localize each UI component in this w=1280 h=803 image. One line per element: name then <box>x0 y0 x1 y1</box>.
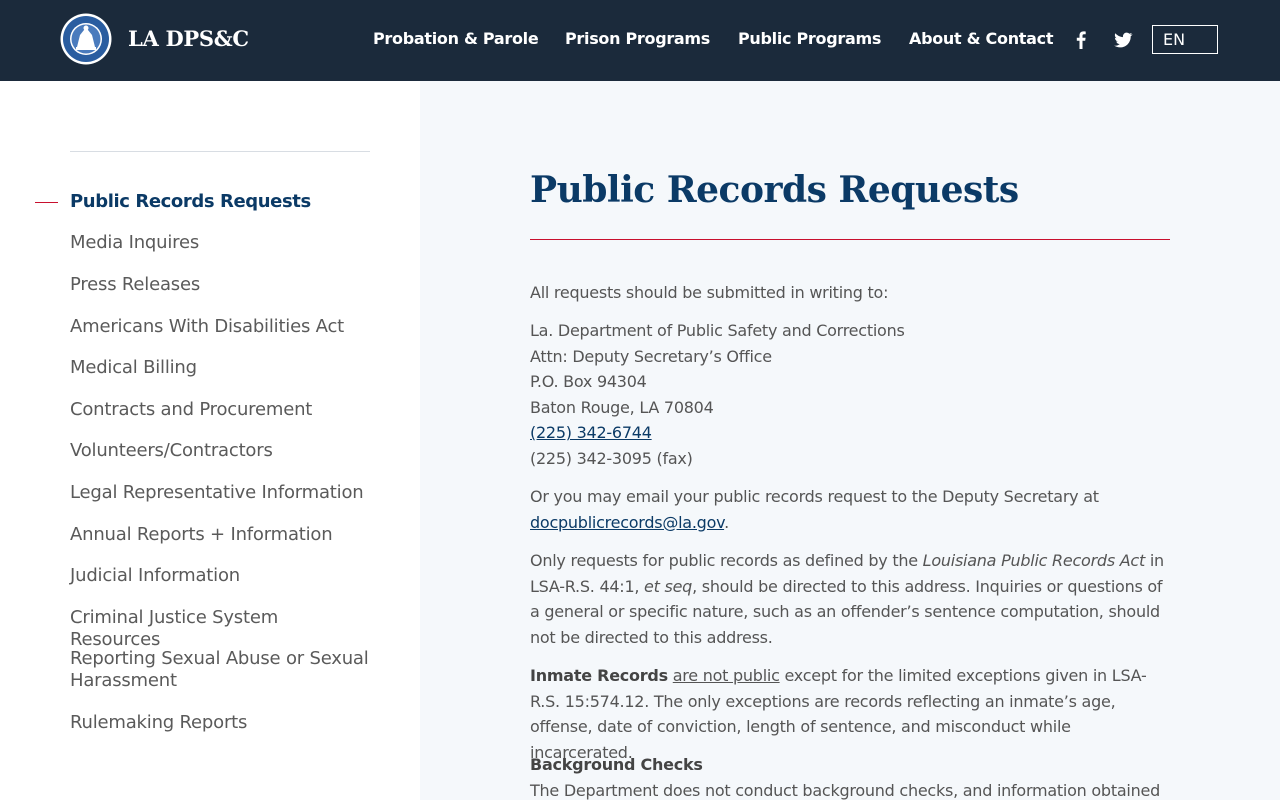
sidebar-item-legal-representative[interactable]: Legal Representative Information <box>70 482 370 504</box>
act-text-1: Only requests for public records as defi… <box>530 551 923 570</box>
inmate-records-paragraph: Inmate Records are not public except for… <box>530 663 1170 765</box>
mailing-address: La. Department of Public Safety and Corr… <box>530 318 1170 472</box>
nav-probation-parole[interactable]: Probation & Parole <box>373 29 539 48</box>
page-title: Public Records Requests <box>530 169 1019 211</box>
public-records-act-paragraph: Only requests for public records as defi… <box>530 548 1170 650</box>
sidebar-item-press-releases[interactable]: Press Releases <box>70 274 370 296</box>
site-header: LA DPS&C Probation & Parole Prison Progr… <box>0 0 1280 81</box>
address-line-2: Attn: Deputy Secretary’s Office <box>530 346 772 366</box>
email-period: . <box>724 512 729 532</box>
intro-text: All requests should be submitted in writ… <box>530 283 889 302</box>
email-intro-text: Or you may email your public records req… <box>530 487 1099 506</box>
nav-public-programs[interactable]: Public Programs <box>738 29 881 48</box>
active-item-marker <box>35 202 58 203</box>
main-content: Public Records Requests All requests sho… <box>420 81 1280 800</box>
nav-prison-programs[interactable]: Prison Programs <box>565 29 710 48</box>
address-line-3: P.O. Box 94304 <box>530 372 647 392</box>
act-name: Louisiana Public Records Act <box>922 551 1146 570</box>
title-divider <box>530 239 1170 240</box>
sidebar-item-criminal-justice-resources[interactable]: Criminal Justice System Resources <box>70 607 370 651</box>
sidebar-item-reporting-sexual-abuse[interactable]: Reporting Sexual Abuse or Sexual Harassm… <box>70 648 370 692</box>
sidebar-item-rulemaking-reports[interactable]: Rulemaking Reports <box>70 712 370 734</box>
address-line-4: Baton Rouge, LA 70804 <box>530 397 714 417</box>
language-selector[interactable]: EN <box>1152 25 1218 54</box>
nav-about-contact[interactable]: About & Contact <box>909 29 1053 48</box>
not-public-text: are not public <box>672 666 780 685</box>
sidebar-item-contracts-procurement[interactable]: Contracts and Procurement <box>70 399 370 421</box>
sidebar-item-ada[interactable]: Americans With Disabilities Act <box>70 316 370 338</box>
background-checks-heading: Background Checks <box>530 755 703 774</box>
email-paragraph: Or you may email your public records req… <box>530 484 1170 535</box>
address-line-1: La. Department of Public Safety and Corr… <box>530 321 905 340</box>
sidebar-item-public-records-requests[interactable]: Public Records Requests <box>70 191 370 213</box>
background-checks-section: Background Checks The Department does no… <box>530 752 1170 803</box>
background-checks-text: The Department does not conduct backgrou… <box>530 780 1160 800</box>
sidebar-item-medical-billing[interactable]: Medical Billing <box>70 357 370 379</box>
sidebar-item-judicial-information[interactable]: Judicial Information <box>70 565 370 587</box>
email-link[interactable]: docpublicrecords@la.gov <box>530 513 724 532</box>
sidebar-divider <box>70 151 370 152</box>
facebook-icon[interactable] <box>1070 29 1092 51</box>
sidebar-item-media-inquires[interactable]: Media Inquires <box>70 232 370 254</box>
sidebar-item-annual-reports[interactable]: Annual Reports + Information <box>70 524 370 546</box>
fax-number: (225) 342-3095 (fax) <box>530 448 693 468</box>
phone-link[interactable]: (225) 342-6744 <box>530 423 652 442</box>
sidebar: Public Records Requests Media Inquires P… <box>0 81 420 800</box>
site-name[interactable]: LA DPS&C <box>128 26 249 51</box>
et-seq: et seq <box>644 576 693 596</box>
twitter-icon[interactable] <box>1112 29 1134 51</box>
inmate-records-label: Inmate Records <box>530 666 668 685</box>
sidebar-item-volunteers-contractors[interactable]: Volunteers/Contractors <box>70 440 370 462</box>
state-seal-logo[interactable] <box>60 13 112 65</box>
